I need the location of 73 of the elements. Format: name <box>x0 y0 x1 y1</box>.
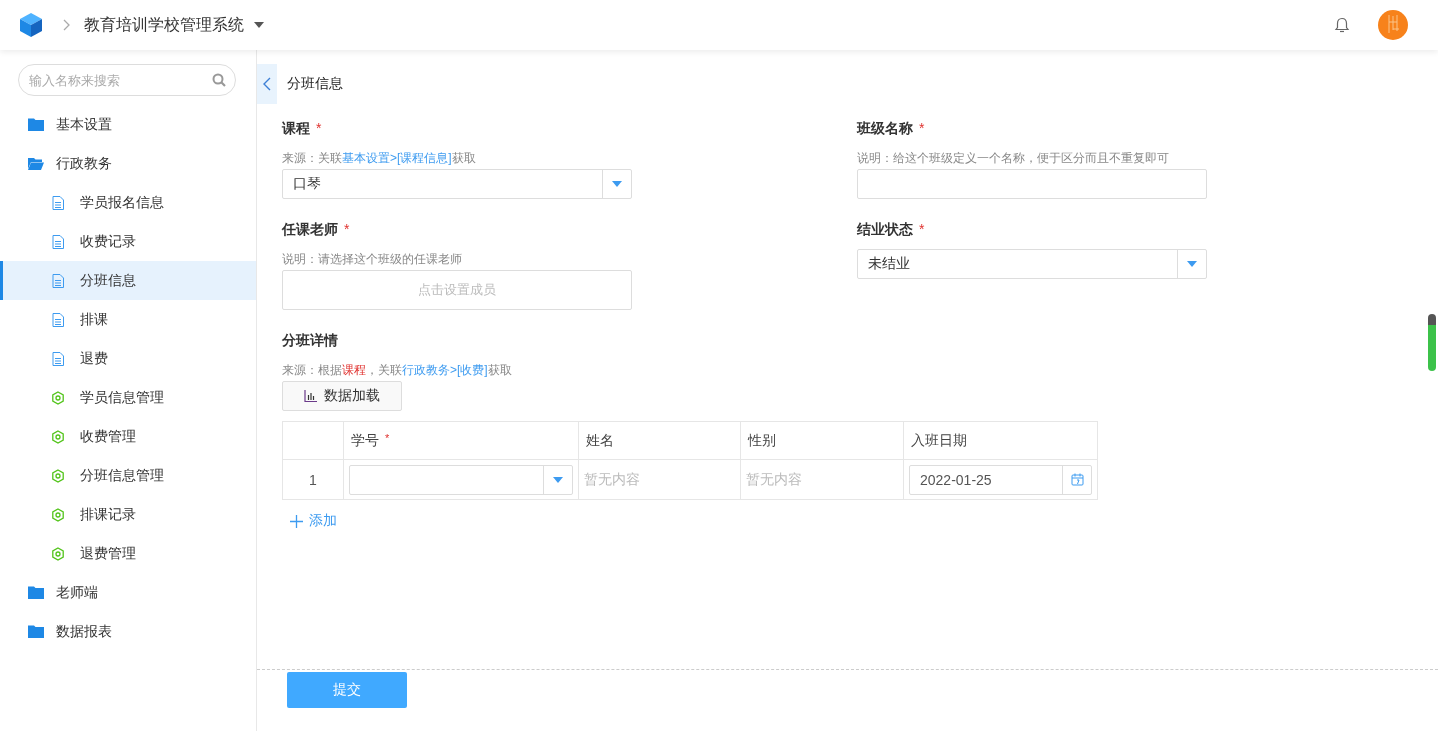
hexagon-icon <box>50 507 66 522</box>
column-header: 性别 <box>748 431 776 448</box>
select-field[interactable]: 口琴 <box>282 169 632 199</box>
open-folder-icon <box>28 157 44 170</box>
column-header: 学号 <box>351 431 379 448</box>
bar-chart-icon <box>304 390 317 402</box>
column-header: 入班日期 <box>911 431 967 448</box>
select-field[interactable] <box>349 464 573 495</box>
user-avatar[interactable] <box>1378 10 1408 40</box>
hexagon-icon <box>50 429 66 444</box>
field-hint: 说明：给这个班级定义一个名称，便于区分而且不重复即可 <box>857 150 1170 167</box>
caret-icon <box>254 22 264 28</box>
sidebar-item[interactable]: 分班信息 <box>0 261 256 300</box>
plus-icon <box>290 514 303 528</box>
required-mark: * <box>919 120 925 136</box>
notification-bell-icon[interactable] <box>1334 16 1350 34</box>
folder-icon <box>28 118 44 131</box>
chevron-right-icon <box>63 19 70 31</box>
sidebar-item[interactable]: 老师端 <box>0 573 256 612</box>
column-header: 姓名 <box>586 431 614 448</box>
sidebar-item[interactable]: 排课记录 <box>0 495 256 534</box>
required-mark: * <box>344 221 350 237</box>
chevron-left-icon <box>263 77 271 91</box>
caret-icon <box>1187 261 1197 267</box>
field-hint: 来源：关联基本设置>[课程信息]获取 <box>282 150 477 167</box>
field-hint: 来源：根据课程，关联行政教务>[收费]获取 <box>282 362 513 379</box>
folder-icon <box>28 586 44 599</box>
sidebar-item[interactable]: 学员报名信息 <box>0 183 256 222</box>
hexagon-icon <box>50 468 66 483</box>
select-field[interactable]: 未结业 <box>857 249 1207 279</box>
field-label: 结业状态 <box>857 221 913 239</box>
section-label: 分班详情 <box>282 332 339 350</box>
field-label: 课程 <box>282 120 310 138</box>
document-icon <box>50 234 66 249</box>
sidebar-item[interactable]: 退费管理 <box>0 534 256 573</box>
cube-logo-icon <box>19 12 43 38</box>
document-icon <box>50 195 66 210</box>
table-cell: 暂无内容 <box>584 470 640 487</box>
folder-icon <box>28 625 44 638</box>
sidebar-item[interactable]: 数据报表 <box>0 612 256 651</box>
required-mark: * <box>919 221 925 237</box>
page-title: 分班信息 <box>287 75 343 93</box>
sidebar-item[interactable]: 收费记录 <box>0 222 256 261</box>
sidebar-item[interactable]: 收费管理 <box>0 417 256 456</box>
date-field[interactable]: 2022-01-25 <box>909 464 1092 495</box>
field-label: 班级名称 <box>857 120 913 138</box>
document-icon <box>50 351 66 366</box>
search-icon <box>212 73 226 87</box>
sidebar-item[interactable]: 分班信息管理 <box>0 456 256 495</box>
load-data-button[interactable]: 数据加载 <box>282 381 402 411</box>
document-icon <box>50 312 66 327</box>
hexagon-icon <box>50 390 66 405</box>
row-number: 1 <box>282 459 344 500</box>
required-mark: * <box>316 120 322 136</box>
input-field[interactable] <box>857 169 1207 199</box>
sidebar-item[interactable]: 学员信息管理 <box>0 378 256 417</box>
sidebar-item[interactable]: 基本设置 <box>0 105 256 144</box>
table-cell: 暂无内容 <box>746 470 802 487</box>
calendar-icon <box>1070 473 1084 486</box>
caret-icon <box>612 181 622 187</box>
collapse-button[interactable] <box>257 64 277 104</box>
field-hint: 说明：请选择这个班级的任课老师 <box>282 251 463 268</box>
sidebar-item[interactable]: 排课 <box>0 300 256 339</box>
caret-icon <box>553 476 563 483</box>
app-switcher[interactable]: 教育培训学校管理系统 <box>84 14 264 36</box>
document-icon <box>50 273 66 288</box>
sidebar-item[interactable]: 行政教务 <box>0 144 256 183</box>
search-field[interactable]: 输入名称来搜索 <box>18 64 236 96</box>
sidebar-item[interactable]: 退费 <box>0 339 256 378</box>
scrollbar-thumb[interactable] <box>1428 314 1436 371</box>
field-label: 任课老师 <box>282 221 338 239</box>
hexagon-icon <box>50 546 66 561</box>
required-mark: * <box>385 431 390 444</box>
